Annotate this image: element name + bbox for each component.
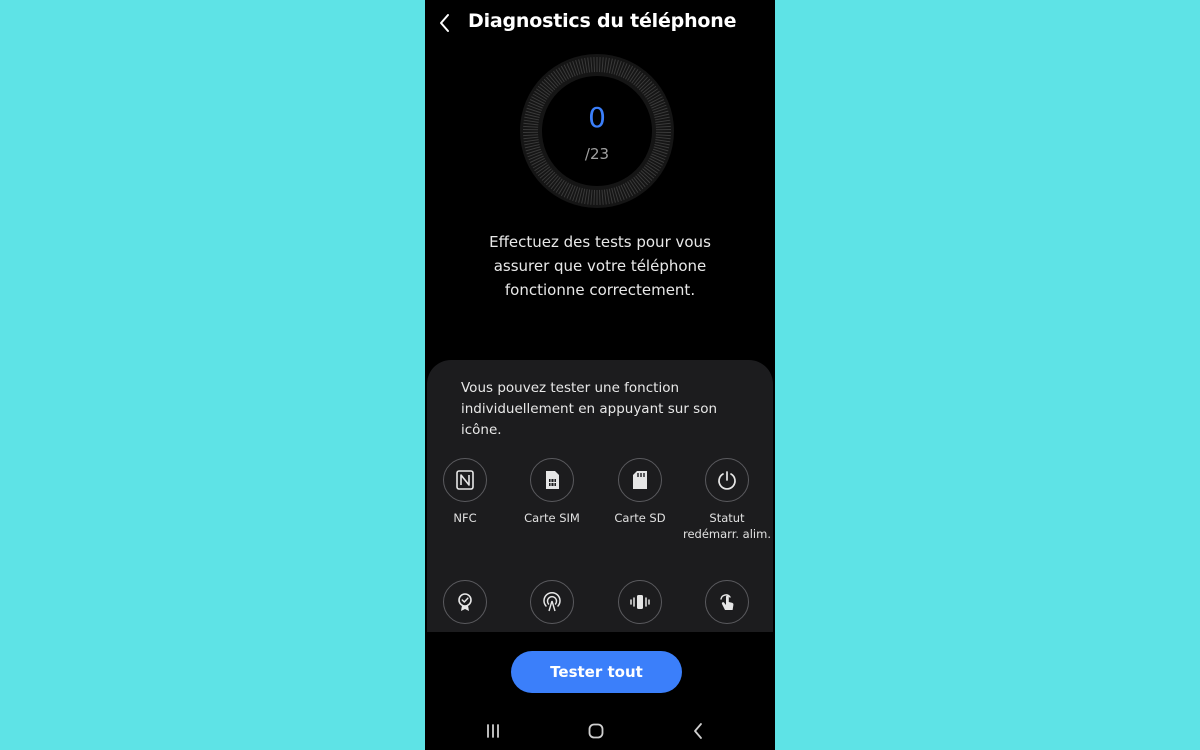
bottom-bar: Tester tout xyxy=(425,632,775,750)
test-icon-circle xyxy=(530,458,574,502)
vibration-icon xyxy=(630,595,650,609)
test-label: Statut redémarr. alim. xyxy=(683,511,771,541)
completed-count: 0 xyxy=(588,101,606,134)
test-antenna[interactable] xyxy=(508,580,596,632)
gauge-tick xyxy=(593,57,596,73)
gauge-tick xyxy=(598,57,601,73)
test-label: Carte SIM xyxy=(524,511,580,525)
test-nfc[interactable]: NFC xyxy=(427,458,509,526)
test-power-restart[interactable]: Statut redémarr. alim. xyxy=(683,458,771,542)
test-icon-circle xyxy=(530,580,574,624)
test-icon-circle xyxy=(443,580,487,624)
test-label: NFC xyxy=(453,511,477,525)
badge-check-icon xyxy=(458,593,472,611)
back-button[interactable] xyxy=(433,10,457,36)
test-all-button[interactable]: Tester tout xyxy=(511,651,682,693)
test-icon-circle xyxy=(705,580,749,624)
nfc-icon xyxy=(456,470,474,490)
home-icon xyxy=(588,723,604,739)
antenna-signal-icon xyxy=(543,591,561,612)
test-icon-circle xyxy=(443,458,487,502)
recents-button[interactable] xyxy=(481,720,505,742)
sd-card-icon xyxy=(633,471,647,489)
gauge-tick xyxy=(593,189,596,205)
test-touch[interactable] xyxy=(683,580,771,632)
test-icon-circle xyxy=(618,458,662,502)
test-sim-card[interactable]: Carte SIM xyxy=(508,458,596,526)
nav-back-button[interactable] xyxy=(686,720,710,742)
card-info-text: Vous pouvez tester une fonction individu… xyxy=(461,380,718,438)
home-button[interactable] xyxy=(584,720,608,742)
page-title: Diagnostics du téléphone xyxy=(468,10,737,32)
backdrop: Diagnostics du téléphone 0 /23 Effectuez… xyxy=(0,0,1200,750)
recents-icon xyxy=(487,724,499,738)
total-count: /23 xyxy=(584,145,610,163)
gauge-tick xyxy=(598,189,601,205)
test-sd-card[interactable]: Carte SD xyxy=(596,458,684,526)
test-icon-circle xyxy=(618,580,662,624)
power-restart-icon xyxy=(718,471,736,490)
test-icon-circle xyxy=(705,458,749,502)
chevron-left-icon xyxy=(440,14,449,32)
intro-text: Effectuez des tests pour vous assurer qu… xyxy=(489,233,711,299)
app-header: Diagnostics du téléphone xyxy=(425,0,775,48)
test-badge[interactable] xyxy=(427,580,509,632)
tests-card: Vous pouvez tester une fonction individu… xyxy=(427,360,773,632)
sim-card-icon xyxy=(546,471,559,489)
nav-back-icon xyxy=(694,723,702,739)
phone-screen: Diagnostics du téléphone 0 /23 Effectuez… xyxy=(425,0,775,750)
test-vibration[interactable] xyxy=(596,580,684,632)
system-nav-bar xyxy=(425,712,775,750)
touch-icon xyxy=(720,594,734,610)
progress-gauge: 0 /23 xyxy=(519,53,675,209)
test-label: Carte SD xyxy=(614,511,666,525)
